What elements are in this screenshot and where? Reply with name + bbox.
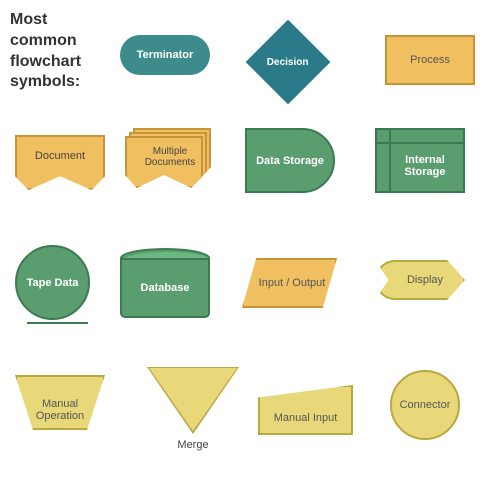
process-symbol: Process xyxy=(385,35,475,85)
input-output-label: Input / Output xyxy=(254,277,326,289)
database-symbol: Database xyxy=(120,248,210,318)
manual-input-shape: Manual Input xyxy=(258,385,353,435)
database-shape: Database xyxy=(120,248,210,318)
connector-label: Connector xyxy=(400,399,451,411)
internal-storage-symbol: Internal Storage xyxy=(375,128,465,193)
multiple-documents-label: Multiple Documents xyxy=(135,146,205,168)
data-storage-shape: Data Storage xyxy=(245,128,335,193)
document-label: Document xyxy=(35,150,85,162)
terminator-shape: Terminator xyxy=(120,35,210,75)
document-symbol: Document xyxy=(15,135,105,190)
input-output-shape: Input / Output xyxy=(242,258,337,308)
connector-symbol: Connector xyxy=(390,370,460,440)
merge-symbol: Merge xyxy=(148,368,238,451)
document-shape xyxy=(15,135,105,190)
internal-storage-label: Internal Storage xyxy=(377,144,463,178)
merge-fill xyxy=(149,368,237,431)
merge-shape xyxy=(148,368,238,433)
manual-input-symbol: Manual Input xyxy=(258,385,353,435)
page-title: Most common flowchart symbols: xyxy=(10,10,110,93)
terminator-symbol: Terminator xyxy=(120,35,210,75)
database-label: Database xyxy=(141,282,190,294)
page: Most common flowchart symbols: Terminato… xyxy=(0,0,500,500)
decision-symbol: Decision xyxy=(248,22,328,102)
manual-operation-symbol: Manual Operation xyxy=(15,375,105,430)
display-label: Display xyxy=(397,274,443,286)
manual-op-shape: Manual Operation xyxy=(15,375,105,430)
terminator-label: Terminator xyxy=(137,49,194,61)
decision-shape: Decision xyxy=(246,20,331,105)
tape-data-shape: Tape Data xyxy=(15,245,90,320)
multiple-documents-symbol: Multiple Documents xyxy=(125,128,215,193)
decision-label: Decision xyxy=(258,57,318,68)
process-label: Process xyxy=(410,54,450,66)
tape-data-symbol: Tape Data xyxy=(15,245,90,320)
multiple-docs-shape: Multiple Documents xyxy=(125,128,215,193)
manual-input-label: Manual Input xyxy=(274,397,338,424)
process-shape: Process xyxy=(385,35,475,85)
merge-label: Merge xyxy=(177,439,208,451)
tape-data-label: Tape Data xyxy=(27,277,79,289)
database-body: Database xyxy=(120,258,210,318)
input-output-symbol: Input / Output xyxy=(242,258,337,308)
manual-operation-label: Manual Operation xyxy=(17,383,103,422)
display-shape: Display xyxy=(375,260,465,300)
data-storage-label: Data Storage xyxy=(256,155,324,167)
internal-storage-shape: Internal Storage xyxy=(375,128,465,193)
data-storage-symbol: Data Storage xyxy=(245,128,335,193)
connector-shape: Connector xyxy=(390,370,460,440)
display-symbol: Display xyxy=(375,260,465,300)
